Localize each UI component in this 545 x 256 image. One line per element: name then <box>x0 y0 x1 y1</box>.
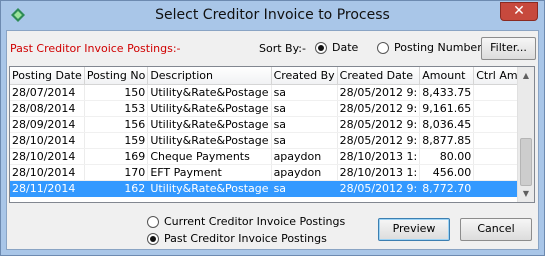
table-cell: 159 <box>84 132 149 149</box>
table-cell: 9,161.65 <box>419 100 475 117</box>
table-cell: 28/05/2012 9: <box>337 132 421 149</box>
table-cell: apaydon <box>271 164 338 181</box>
sort-date-label: Date <box>332 41 359 54</box>
table-body: 28/07/2014 150 Utility&Rate&Postage sa 28/05… <box>10 84 534 197</box>
table-row[interactable]: 28/07/2014 150 Utility&Rate&Postage sa 28/05… <box>10 84 534 101</box>
table-cell: sa <box>271 100 338 117</box>
table-cell: 28/10/2013 1: <box>337 164 421 181</box>
column-header[interactable]: Posting No <box>84 67 149 85</box>
table-cell: Cheque Payments <box>147 148 272 165</box>
vertical-scrollbar[interactable]: ▲ ▼ <box>517 67 534 202</box>
sort-by-label: Sort By:- <box>259 42 306 55</box>
table-cell: Utility&Rate&Postage <box>147 116 272 133</box>
close-button[interactable]: ✕ <box>500 2 538 21</box>
table-cell: 28/10/2013 1: <box>337 148 421 165</box>
table-row[interactable]: 28/08/2014 153 Utility&Rate&Postage sa 28/05… <box>10 100 534 117</box>
table-cell: 28/05/2012 9: <box>337 180 421 197</box>
radio-unselected-icon <box>377 41 389 54</box>
past-postings-label: Past Creditor Invoice Postings <box>164 232 327 245</box>
window-title: Select Creditor Invoice to Process <box>155 7 390 23</box>
table-cell: 153 <box>84 100 149 117</box>
table-row[interactable]: 28/11/2014 162 Utility&Rate&Postage sa 28/05… <box>10 180 534 197</box>
table-cell: 150 <box>84 84 149 101</box>
scroll-down-icon[interactable]: ▼ <box>518 185 534 202</box>
sort-posting-radio[interactable]: Posting Number <box>377 41 482 54</box>
sort-posting-label: Posting Number <box>394 41 482 54</box>
table-row[interactable]: 28/09/2014 156 Utility&Rate&Postage sa 28/05… <box>10 116 534 133</box>
table-row[interactable]: 28/10/2014 170 EFT Payment apaydon 28/10/201… <box>10 164 534 181</box>
column-header[interactable]: Created By <box>271 67 338 85</box>
table-cell: 28/08/2014 <box>10 100 85 117</box>
table-cell: 170 <box>84 164 149 181</box>
table-cell: 8,433.75 <box>419 84 475 101</box>
radio-selected-icon <box>147 232 159 245</box>
column-header[interactable]: Posting Date <box>10 67 85 85</box>
preview-button[interactable]: Preview <box>378 218 450 241</box>
filter-button[interactable]: Filter... <box>481 37 536 60</box>
sort-date-radio[interactable]: Date <box>315 41 358 54</box>
table-cell: 8,036.45 <box>419 116 475 133</box>
table-cell: 28/09/2014 <box>10 116 85 133</box>
table-cell: 28/10/2014 <box>10 132 85 149</box>
table-cell: 169 <box>84 148 149 165</box>
dialog-window: Select Creditor Invoice to Process ✕ Pas… <box>0 0 545 256</box>
table-row[interactable]: 28/10/2014 169 Cheque Payments apaydon 28/10… <box>10 148 534 165</box>
table-cell: Utility&Rate&Postage <box>147 180 272 197</box>
table-cell: 8,772.70 <box>419 180 475 197</box>
table-cell: Utility&Rate&Postage <box>147 84 272 101</box>
cancel-button[interactable]: Cancel <box>460 218 532 241</box>
table-cell: 28/10/2014 <box>10 148 85 165</box>
table-cell: 156 <box>84 116 149 133</box>
column-header[interactable]: Created Date <box>337 67 421 85</box>
table-cell: 28/07/2014 <box>10 84 85 101</box>
table-cell: 28/11/2014 <box>10 180 85 197</box>
scroll-thumb[interactable] <box>520 138 532 186</box>
table-cell: Utility&Rate&Postage <box>147 100 272 117</box>
table-cell: 456.00 <box>419 164 475 181</box>
table-cell: sa <box>271 84 338 101</box>
table-cell: sa <box>271 132 338 149</box>
table-header-row: Posting Date Posting No Description Created… <box>10 67 534 85</box>
title-bar: Select Creditor Invoice to Process ✕ <box>1 1 544 30</box>
radio-selected-icon <box>315 41 327 54</box>
table-row[interactable]: 28/10/2014 159 Utility&Rate&Postage sa 28/05… <box>10 132 534 149</box>
table-cell: 80.00 <box>419 148 475 165</box>
table-cell: 28/05/2012 9: <box>337 84 421 101</box>
table-cell: EFT Payment <box>147 164 272 181</box>
table-cell: 28/10/2014 <box>10 164 85 181</box>
table-cell: 8,877.85 <box>419 132 475 149</box>
current-postings-radio[interactable]: Current Creditor Invoice Postings <box>147 215 345 228</box>
invoice-grid[interactable]: Posting Date Posting No Description Created… <box>9 66 535 203</box>
radio-unselected-icon <box>147 215 159 228</box>
table-cell: 162 <box>84 180 149 197</box>
table-cell: 28/05/2012 9: <box>337 100 421 117</box>
table-cell: 28/05/2012 9: <box>337 116 421 133</box>
table-cell: Utility&Rate&Postage <box>147 132 272 149</box>
table-cell: apaydon <box>271 148 338 165</box>
dialog-body: Past Creditor Invoice Postings:- Sort By… <box>6 30 539 250</box>
current-postings-label: Current Creditor Invoice Postings <box>164 215 346 228</box>
invoice-table: Posting Date Posting No Description Created… <box>10 67 534 197</box>
past-postings-radio[interactable]: Past Creditor Invoice Postings <box>147 232 327 245</box>
table-cell: sa <box>271 180 338 197</box>
scroll-up-icon[interactable]: ▲ <box>518 67 534 84</box>
table-cell: sa <box>271 116 338 133</box>
column-header[interactable]: Amount <box>419 67 475 85</box>
section-label: Past Creditor Invoice Postings:- <box>10 42 181 55</box>
column-header[interactable]: Description <box>147 67 272 85</box>
